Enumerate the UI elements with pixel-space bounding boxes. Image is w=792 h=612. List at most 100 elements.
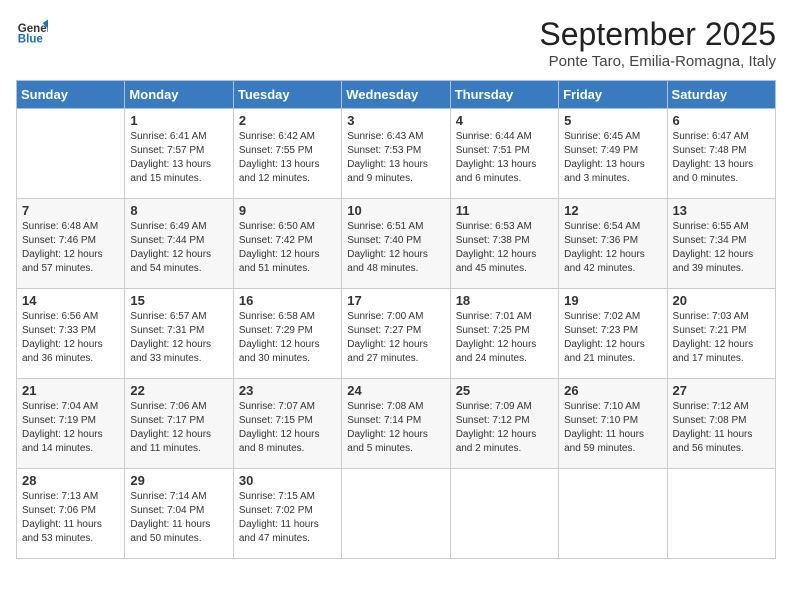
- day-number: 27: [673, 383, 770, 398]
- day-info: Sunrise: 7:10 AMSunset: 7:10 PMDaylight:…: [564, 400, 661, 456]
- calendar-cell: 8 Sunrise: 6:49 AMSunset: 7:44 PMDaylight…: [125, 199, 233, 289]
- weekday-header: Sunday: [17, 81, 125, 109]
- day-number: 14: [22, 293, 119, 308]
- day-info: Sunrise: 7:14 AMSunset: 7:04 PMDaylight:…: [130, 490, 227, 546]
- calendar-cell: 17 Sunrise: 7:00 AMSunset: 7:27 PMDayligh…: [342, 289, 450, 379]
- calendar-cell: [342, 469, 450, 559]
- day-number: 3: [347, 113, 444, 128]
- calendar-cell: 27Sunrise: 7:12 AMSunset: 7:08 PMDayligh…: [667, 379, 775, 469]
- day-info: Sunrise: 6:47 AMSunset: 7:48 PMDaylight:…: [673, 130, 770, 186]
- calendar-cell: 23Sunrise: 7:07 AMSunset: 7:15 PMDayligh…: [233, 379, 341, 469]
- logo: General Blue: [16, 16, 48, 48]
- day-number: 11: [456, 203, 553, 218]
- calendar-cell: 18 Sunrise: 7:01 AMSunset: 7:25 PMDayligh…: [450, 289, 558, 379]
- day-info: Sunrise: 7:08 AMSunset: 7:14 PMDaylight:…: [347, 400, 444, 456]
- day-info: Sunrise: 6:45 AMSunset: 7:49 PMDaylight:…: [564, 130, 661, 186]
- svg-text:Blue: Blue: [18, 34, 44, 46]
- title-area: September 2025 Ponte Taro, Emilia-Romagn…: [539, 16, 776, 70]
- day-number: 22: [130, 383, 227, 398]
- day-info: Sunrise: 6:57 AMSunset: 7:31 PMDaylight:…: [130, 310, 227, 366]
- day-number: 2: [239, 113, 336, 128]
- calendar-cell: [450, 469, 558, 559]
- day-info: Sunrise: 7:06 AMSunset: 7:17 PMDaylight:…: [130, 400, 227, 456]
- calendar-cell: 24 Sunrise: 7:08 AMSunset: 7:14 PMDayligh…: [342, 379, 450, 469]
- day-number: 10: [347, 203, 444, 218]
- day-info: Sunrise: 6:42 AMSunset: 7:55 PMDaylight:…: [239, 130, 336, 186]
- weekday-header: Saturday: [667, 81, 775, 109]
- day-number: 1: [130, 113, 227, 128]
- calendar-cell: 13 Sunrise: 6:55 AMSunset: 7:34 PMDayligh…: [667, 199, 775, 289]
- day-info: Sunrise: 6:41 AMSunset: 7:57 PMDaylight:…: [130, 130, 227, 186]
- day-number: 17: [347, 293, 444, 308]
- page-header: General Blue September 2025 Ponte Taro, …: [16, 16, 776, 70]
- weekday-header: Friday: [559, 81, 667, 109]
- day-number: 12: [564, 203, 661, 218]
- day-number: 5: [564, 113, 661, 128]
- calendar-cell: 28 Sunrise: 7:13 AMSunset: 7:06 PMDayligh…: [17, 469, 125, 559]
- day-info: Sunrise: 7:00 AMSunset: 7:27 PMDaylight:…: [347, 310, 444, 366]
- day-number: 28: [22, 473, 119, 488]
- calendar-cell: 4 Sunrise: 6:44 AMSunset: 7:51 PMDaylight…: [450, 109, 558, 199]
- day-number: 16: [239, 293, 336, 308]
- calendar-cell: 11Sunrise: 6:53 AMSunset: 7:38 PMDayligh…: [450, 199, 558, 289]
- calendar-cell: 3 Sunrise: 6:43 AMSunset: 7:53 PMDaylight…: [342, 109, 450, 199]
- day-info: Sunrise: 7:03 AMSunset: 7:21 PMDaylight:…: [673, 310, 770, 366]
- calendar-cell: 25 Sunrise: 7:09 AMSunset: 7:12 PMDayligh…: [450, 379, 558, 469]
- day-info: Sunrise: 6:50 AMSunset: 7:42 PMDaylight:…: [239, 220, 336, 276]
- day-number: 24: [347, 383, 444, 398]
- calendar-cell: 5 Sunrise: 6:45 AMSunset: 7:49 PMDaylight…: [559, 109, 667, 199]
- day-number: 7: [22, 203, 119, 218]
- calendar-cell: 1 Sunrise: 6:41 AMSunset: 7:57 PMDaylight…: [125, 109, 233, 199]
- day-info: Sunrise: 7:15 AMSunset: 7:02 PMDaylight:…: [239, 490, 336, 546]
- calendar-cell: 10Sunrise: 6:51 AMSunset: 7:40 PMDayligh…: [342, 199, 450, 289]
- day-number: 25: [456, 383, 553, 398]
- day-number: 20: [673, 293, 770, 308]
- day-number: 29: [130, 473, 227, 488]
- calendar-cell: 6 Sunrise: 6:47 AMSunset: 7:48 PMDaylight…: [667, 109, 775, 199]
- weekday-header: Wednesday: [342, 81, 450, 109]
- day-number: 21: [22, 383, 119, 398]
- calendar-cell: 26 Sunrise: 7:10 AMSunset: 7:10 PMDayligh…: [559, 379, 667, 469]
- day-info: Sunrise: 6:49 AMSunset: 7:44 PMDaylight:…: [130, 220, 227, 276]
- weekday-header: Monday: [125, 81, 233, 109]
- day-info: Sunrise: 6:48 AMSunset: 7:46 PMDaylight:…: [22, 220, 119, 276]
- calendar-cell: 20 Sunrise: 7:03 AMSunset: 7:21 PMDayligh…: [667, 289, 775, 379]
- day-number: 15: [130, 293, 227, 308]
- calendar-cell: 19Sunrise: 7:02 AMSunset: 7:23 PMDayligh…: [559, 289, 667, 379]
- calendar-table: SundayMondayTuesdayWednesdayThursdayFrid…: [16, 80, 776, 559]
- day-number: 26: [564, 383, 661, 398]
- calendar-cell: 9 Sunrise: 6:50 AMSunset: 7:42 PMDaylight…: [233, 199, 341, 289]
- calendar-cell: 14 Sunrise: 6:56 AMSunset: 7:33 PMDayligh…: [17, 289, 125, 379]
- calendar-cell: 30 Sunrise: 7:15 AMSunset: 7:02 PMDayligh…: [233, 469, 341, 559]
- day-number: 18: [456, 293, 553, 308]
- calendar-cell: 2 Sunrise: 6:42 AMSunset: 7:55 PMDaylight…: [233, 109, 341, 199]
- weekday-header: Tuesday: [233, 81, 341, 109]
- day-info: Sunrise: 6:58 AMSunset: 7:29 PMDaylight:…: [239, 310, 336, 366]
- calendar-cell: [559, 469, 667, 559]
- day-info: Sunrise: 6:44 AMSunset: 7:51 PMDaylight:…: [456, 130, 553, 186]
- day-info: Sunrise: 7:09 AMSunset: 7:12 PMDaylight:…: [456, 400, 553, 456]
- day-info: Sunrise: 7:01 AMSunset: 7:25 PMDaylight:…: [456, 310, 553, 366]
- day-number: 4: [456, 113, 553, 128]
- day-info: Sunrise: 7:02 AMSunset: 7:23 PMDaylight:…: [564, 310, 661, 366]
- calendar-cell: [667, 469, 775, 559]
- day-info: Sunrise: 6:54 AMSunset: 7:36 PMDaylight:…: [564, 220, 661, 276]
- calendar-cell: 7 Sunrise: 6:48 AMSunset: 7:46 PMDaylight…: [17, 199, 125, 289]
- calendar-cell: 15 Sunrise: 6:57 AMSunset: 7:31 PMDayligh…: [125, 289, 233, 379]
- calendar-cell: 22 Sunrise: 7:06 AMSunset: 7:17 PMDayligh…: [125, 379, 233, 469]
- day-info: Sunrise: 7:13 AMSunset: 7:06 PMDaylight:…: [22, 490, 119, 546]
- day-number: 13: [673, 203, 770, 218]
- day-info: Sunrise: 6:56 AMSunset: 7:33 PMDaylight:…: [22, 310, 119, 366]
- page-title: September 2025: [539, 16, 776, 53]
- day-number: 23: [239, 383, 336, 398]
- day-number: 30: [239, 473, 336, 488]
- day-number: 9: [239, 203, 336, 218]
- day-number: 6: [673, 113, 770, 128]
- weekday-header: Thursday: [450, 81, 558, 109]
- day-info: Sunrise: 6:43 AMSunset: 7:53 PMDaylight:…: [347, 130, 444, 186]
- day-info: Sunrise: 6:55 AMSunset: 7:34 PMDaylight:…: [673, 220, 770, 276]
- calendar-cell: 16 Sunrise: 6:58 AMSunset: 7:29 PMDayligh…: [233, 289, 341, 379]
- calendar-cell: [17, 109, 125, 199]
- logo-icon: General Blue: [16, 16, 48, 48]
- day-number: 8: [130, 203, 227, 218]
